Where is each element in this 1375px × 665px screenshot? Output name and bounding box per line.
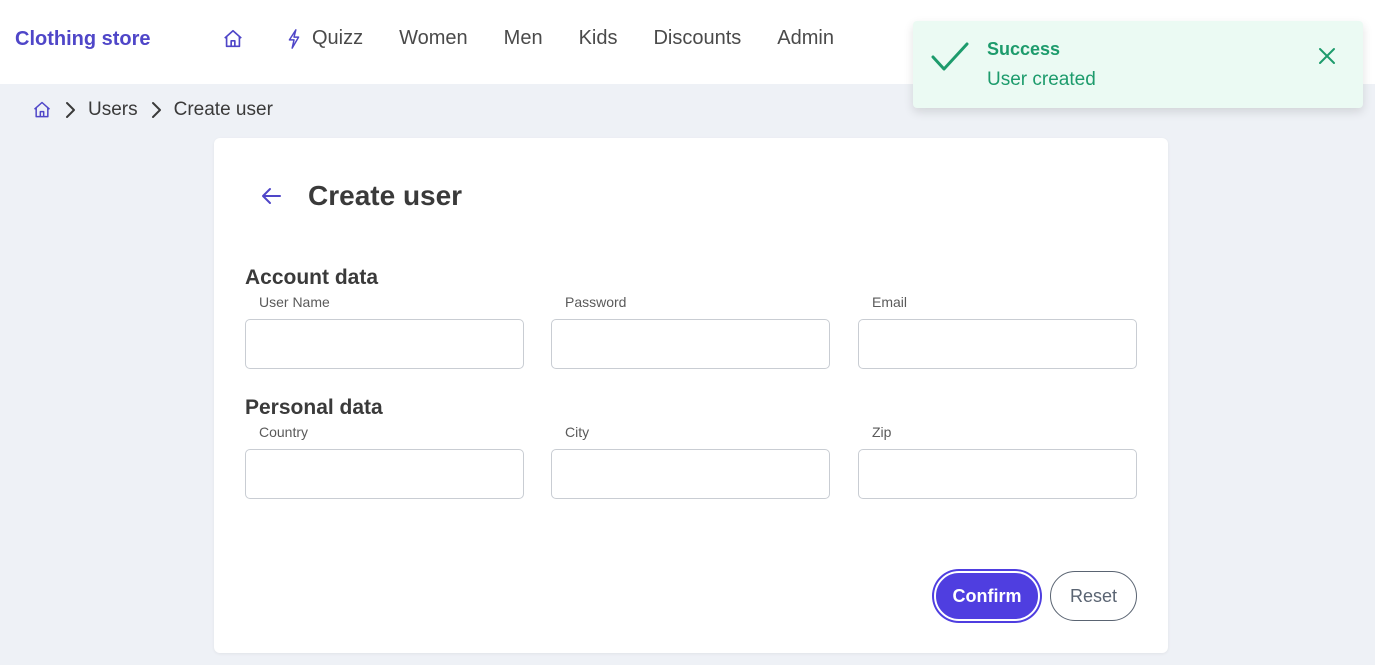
success-toast: Success User created — [913, 21, 1363, 108]
nav-item-admin[interactable]: Admin — [777, 27, 834, 50]
zip-field[interactable] — [858, 449, 1137, 499]
chevron-right-icon — [66, 102, 75, 118]
section-title-account: Account data — [245, 266, 379, 289]
arrow-left-icon[interactable] — [260, 186, 282, 206]
nav-item-discounts[interactable]: Discounts — [653, 27, 741, 50]
username-field[interactable] — [245, 319, 524, 369]
password-field[interactable] — [551, 319, 830, 369]
city-field[interactable] — [551, 449, 830, 499]
main-nav: Quizz Women Men Kids Discounts Admin — [222, 27, 870, 50]
country-label: Country — [259, 424, 309, 440]
nav-item-women[interactable]: Women — [399, 27, 468, 50]
chevron-right-icon — [151, 102, 161, 118]
page-title: Create user — [308, 180, 463, 211]
country-field[interactable] — [245, 449, 524, 499]
close-icon[interactable] — [1318, 47, 1336, 65]
nav-home-link[interactable] — [222, 28, 244, 50]
nav-item-quizz[interactable]: Quizz — [286, 27, 363, 50]
breadcrumb-users[interactable]: Users — [88, 99, 138, 121]
toast-message: User created — [987, 69, 1096, 90]
breadcrumb: Users Create user — [32, 99, 273, 121]
zip-label: Zip — [872, 424, 892, 440]
toast-title: Success — [987, 39, 1061, 59]
nav-item-kids[interactable]: Kids — [579, 27, 618, 50]
email-label: Email — [872, 294, 908, 310]
password-label: Password — [565, 294, 627, 310]
brand-logo[interactable]: Clothing store — [15, 28, 151, 51]
nav-item-label: Quizz — [312, 27, 364, 49]
home-icon[interactable] — [32, 100, 52, 120]
nav-item-men[interactable]: Men — [504, 27, 543, 50]
reset-button[interactable]: Reset — [1050, 571, 1137, 621]
username-label: User Name — [259, 294, 330, 310]
email-field[interactable] — [858, 319, 1137, 369]
breadcrumb-current: Create user — [173, 99, 273, 120]
city-label: City — [565, 424, 590, 440]
home-icon — [224, 29, 242, 47]
check-icon — [931, 42, 969, 71]
section-title-personal: Personal data — [245, 396, 383, 419]
confirm-button[interactable]: Confirm — [934, 571, 1040, 621]
lightning-icon — [288, 28, 300, 49]
create-user-card: Create user Account data User Name Passw… — [214, 138, 1168, 653]
